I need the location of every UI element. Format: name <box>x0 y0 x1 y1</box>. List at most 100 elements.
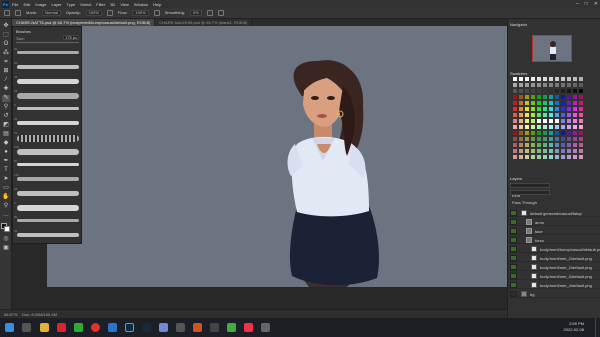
smoothing-field[interactable]: 0% <box>189 10 202 16</box>
eraser-tool-icon[interactable]: ◩ <box>2 122 10 129</box>
opacity-field[interactable]: 100% <box>85 10 102 16</box>
brush-size-slider[interactable] <box>16 42 79 43</box>
clone-stamp-tool-icon[interactable]: ⚲ <box>2 104 10 111</box>
path-selection-tool-icon[interactable]: ➤ <box>2 176 10 183</box>
chrome-icon[interactable] <box>91 323 100 332</box>
quick-mask-icon[interactable]: ◎ <box>2 236 10 243</box>
layer-visibility-icon[interactable] <box>510 237 517 243</box>
menu-type[interactable]: Type <box>67 2 76 7</box>
maximize-button[interactable]: □ <box>585 1 588 7</box>
type-tool-icon[interactable]: T <box>2 167 10 174</box>
zoom-level[interactable]: 66.67% <box>4 312 18 317</box>
layer-row[interactable]: body/merit/nee_3/default.png <box>509 272 598 280</box>
crop-tool-icon[interactable]: ⌗ <box>2 59 10 66</box>
smoothing-settings-icon[interactable] <box>206 10 213 16</box>
zoom-tool-icon[interactable]: ⚲ <box>2 203 10 210</box>
layer-row[interactable]: body/merit/bump/casual/default.png <box>509 245 600 253</box>
navigator-panel-title[interactable]: Navigator <box>510 22 527 27</box>
layer-row[interactable]: face <box>509 227 598 235</box>
mode-select[interactable]: Normal <box>42 10 62 16</box>
layer-row[interactable]: body/merit/nee_2/default.png <box>509 254 598 262</box>
hand-tool-icon[interactable]: ✋ <box>2 194 10 201</box>
healing-brush-tool-icon[interactable]: ✚ <box>2 86 10 93</box>
brush-settings-icon[interactable] <box>15 10 21 16</box>
pressure-opacity-icon[interactable] <box>106 10 113 16</box>
brush-preset[interactable]: 70 <box>13 131 83 143</box>
brush-preset[interactable]: 36 <box>13 117 83 129</box>
menu-select[interactable]: Select <box>80 2 91 7</box>
layer-row[interactable]: bg <box>509 290 598 298</box>
layer-row[interactable]: body/merit/nee_2/default.png <box>509 263 598 271</box>
blur-tool-icon[interactable]: ◆ <box>2 140 10 147</box>
search-icon[interactable] <box>22 323 31 332</box>
rectangle-tool-icon[interactable]: ▭ <box>2 185 10 192</box>
photoshop-logo-icon[interactable]: Ps <box>2 0 9 8</box>
app-icon-3[interactable] <box>108 323 117 332</box>
layer-visibility-icon[interactable] <box>510 273 517 279</box>
app-icon-8[interactable] <box>244 323 253 332</box>
layer-row[interactable]: body/merit/nee_4/default.png <box>509 281 598 289</box>
brush-preset[interactable]: 3 <box>13 201 83 213</box>
menu-window[interactable]: Window <box>134 2 148 7</box>
close-button[interactable]: ✕ <box>594 1 598 7</box>
more-tools-icon[interactable]: … <box>2 212 10 219</box>
brush-preset[interactable]: 60 <box>13 61 83 73</box>
app-icon-1[interactable] <box>57 323 66 332</box>
layer-visibility-icon[interactable] <box>510 246 517 252</box>
photoshop-taskbar-icon[interactable] <box>125 323 134 332</box>
brush-size-field[interactable]: 175 px <box>63 35 79 40</box>
brush-tool-preset-icon[interactable] <box>4 10 10 16</box>
flow-field[interactable]: 100% <box>132 10 149 16</box>
layer-row[interactable]: torso <box>509 236 598 244</box>
show-desktop-button[interactable] <box>595 318 600 337</box>
menu-help[interactable]: Help <box>153 2 161 7</box>
taskbar-clock[interactable]: 2:59 PM 2022-02-08 <box>564 321 584 333</box>
brush-preset[interactable]: 44 <box>13 229 83 241</box>
minimize-button[interactable]: – <box>576 1 579 7</box>
menu-edit[interactable]: Edit <box>23 2 30 7</box>
system-tray[interactable] <box>488 324 558 330</box>
layer-visibility-icon[interactable] <box>510 210 517 216</box>
layer-row[interactable]: default generate/casual/fatsy/ <box>509 209 598 217</box>
history-brush-tool-icon[interactable]: ↺ <box>2 113 10 120</box>
swatch[interactable] <box>578 154 584 160</box>
layer-row[interactable]: arms <box>509 218 598 226</box>
pen-tool-icon[interactable]: ✒ <box>2 158 10 165</box>
navigator-thumbnail[interactable] <box>532 35 572 62</box>
windows-start-icon[interactable] <box>5 323 14 332</box>
screen-mode-icon[interactable]: ▣ <box>2 245 10 252</box>
app-icon-2[interactable] <box>74 323 83 332</box>
background-color-swatch[interactable] <box>4 226 10 232</box>
marquee-tool-icon[interactable]: ⬚ <box>2 32 10 39</box>
layer-visibility-icon[interactable] <box>510 264 517 270</box>
quick-select-tool-icon[interactable]: ⁂ <box>2 50 10 57</box>
app-icon-4[interactable] <box>176 323 185 332</box>
menu-layer[interactable]: Layer <box>51 2 61 7</box>
discord-icon[interactable] <box>159 323 168 332</box>
lasso-tool-icon[interactable]: ʘ <box>2 41 10 48</box>
menu-3d[interactable]: 3D <box>110 2 115 7</box>
brush-preset[interactable]: 25 <box>13 89 83 101</box>
layer-visibility-icon[interactable] <box>510 255 517 261</box>
file-explorer-icon[interactable] <box>40 323 49 332</box>
app-icon-9[interactable] <box>261 323 270 332</box>
layer-visibility-icon[interactable] <box>510 228 517 234</box>
layer-visibility-icon[interactable] <box>510 291 517 297</box>
tab-document-active[interactable]: CHARE-NATT6.psd @ 66.7% (body/merit/bump… <box>12 19 156 26</box>
frame-tool-icon[interactable]: ⊠ <box>2 68 10 75</box>
menu-view[interactable]: View <box>120 2 129 7</box>
menu-image[interactable]: Image <box>35 2 46 7</box>
airbrush-icon[interactable] <box>153 10 160 16</box>
brush-preset[interactable]: 30 <box>13 47 83 59</box>
move-tool-icon[interactable]: ✥ <box>2 23 10 30</box>
brush-preset[interactable]: 50 <box>13 159 83 171</box>
brush-preset[interactable]: 80 <box>13 215 83 227</box>
document-canvas[interactable] <box>47 26 507 287</box>
gradient-tool-icon[interactable]: ▤ <box>2 131 10 138</box>
app-icon-7[interactable] <box>227 323 236 332</box>
symmetry-icon[interactable] <box>217 10 224 16</box>
eyedropper-tool-icon[interactable]: ⁄ <box>2 77 10 84</box>
layer-visibility-icon[interactable] <box>510 219 517 225</box>
brush-preset[interactable]: 100 <box>13 145 83 157</box>
app-icon-5[interactable] <box>193 323 202 332</box>
